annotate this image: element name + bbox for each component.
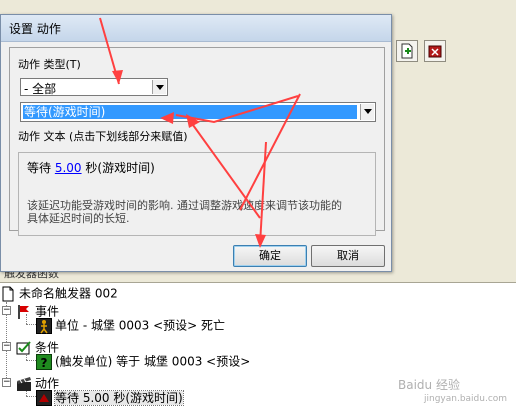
tree-event-item[interactable]: 单位 - 城堡 0003 <预设> 死亡: [36, 316, 225, 334]
event-item-text: 单位 - 城堡 0003 <预设> 死亡: [55, 318, 226, 333]
action-value: 等待(游戏时间): [23, 105, 357, 119]
delete-button[interactable]: [424, 40, 446, 62]
editor-panel-background: [392, 74, 516, 274]
action-text-prefix: 等待: [27, 161, 52, 175]
dialog-title: 设置 动作: [9, 22, 61, 36]
description-line-2: 具体延迟时间的长短.: [27, 212, 130, 225]
action-type-select[interactable]: - 全部: [20, 78, 168, 96]
trigger-name: 未命名触发器 002: [19, 286, 118, 301]
action-item-text: 等待 5.00 秒(游戏时间): [54, 389, 184, 406]
action-text-suffix: 秒(游戏时间): [85, 161, 155, 175]
cancel-button[interactable]: 取消: [311, 245, 385, 267]
set-action-dialog: 设置 动作 动作 类型(T) - 全部 等待(游戏时间) 动作 文本 (点击下划…: [0, 14, 392, 272]
action-text-line: 等待 5.00 秒(游戏时间): [27, 159, 155, 176]
tree-condition-item[interactable]: ? (触发单位) 等于 城堡 0003 <预设>: [36, 352, 250, 370]
dialog-title-bar[interactable]: 设置 动作: [1, 15, 391, 42]
tree-trigger-row[interactable]: 未命名触发器 002: [0, 284, 118, 302]
clapperboard-icon: [17, 376, 31, 391]
wait-action-icon: [36, 389, 52, 406]
wait-seconds-link[interactable]: 5.00: [55, 161, 82, 175]
document-icon: [2, 286, 14, 301]
new-document-button[interactable]: [396, 40, 418, 62]
action-type-value: - 全部: [24, 82, 57, 96]
condition-item-text: (触发单位) 等于 城堡 0003 <预设>: [55, 354, 251, 369]
action-text-label: 动作 文本 (点击下划线部分来赋值): [18, 130, 188, 143]
actions-expander[interactable]: −: [2, 378, 11, 387]
action-type-label: 动作 类型(T): [18, 58, 81, 71]
action-text-box: 等待 5.00 秒(游戏时间) 该延迟功能受游戏时间的影响. 通过调整游戏速度来…: [18, 152, 376, 236]
question-icon: ?: [36, 353, 52, 370]
dialog-content-frame: 动作 类型(T) - 全部 等待(游戏时间) 动作 文本 (点击下划线部分来赋值…: [9, 47, 385, 236]
conditions-expander[interactable]: −: [2, 342, 11, 351]
svg-text:?: ?: [41, 356, 48, 370]
new-document-icon: [401, 43, 413, 59]
delete-icon: [428, 45, 442, 58]
chevron-down-icon[interactable]: [152, 80, 166, 94]
events-expander[interactable]: −: [2, 306, 11, 315]
tree-action-item[interactable]: 等待 5.00 秒(游戏时间): [36, 388, 184, 406]
action-select[interactable]: 等待(游戏时间): [20, 102, 376, 122]
condition-icon: [16, 340, 31, 354]
watermark-sub: jingyan.baidu.com: [424, 394, 508, 404]
chevron-down-icon[interactable]: [360, 104, 374, 120]
unit-event-icon: [36, 317, 52, 334]
ok-button[interactable]: 确定: [233, 245, 307, 267]
watermark: Baidu 经验: [398, 378, 460, 392]
red-flag-icon: [18, 304, 29, 319]
